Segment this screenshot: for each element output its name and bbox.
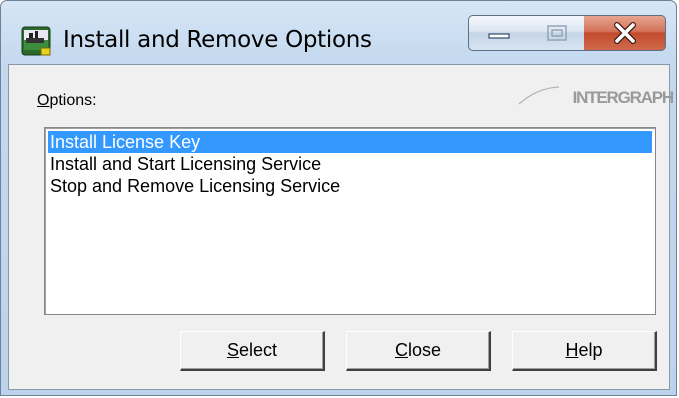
options-label: Options: (37, 92, 97, 110)
options-label-text: ptions: (49, 92, 97, 109)
app-icon (21, 26, 51, 56)
maximize-button[interactable] (529, 15, 585, 51)
close-button-accel: C (394, 340, 408, 360)
maximize-icon (546, 25, 567, 41)
minimize-icon (488, 33, 510, 39)
close-button[interactable]: Close (346, 331, 491, 371)
options-listbox[interactable]: Install License Key Install and Start Li… (44, 127, 656, 315)
minimize-button[interactable] (468, 15, 530, 51)
select-button-accel: S (226, 340, 239, 360)
list-item-install-license-key[interactable]: Install License Key (48, 131, 652, 153)
logo-text: INTERGRAPH (573, 88, 674, 107)
list-item-stop-remove-service[interactable]: Stop and Remove Licensing Service (48, 175, 652, 197)
help-button-label: elp (578, 340, 603, 360)
list-item-install-start-service[interactable]: Install and Start Licensing Service (48, 153, 652, 175)
title-bar[interactable]: Install and Remove Options (1, 1, 676, 63)
intergraph-logo: INTERGRAPH (518, 86, 675, 107)
close-window-button[interactable] (584, 15, 666, 51)
window-title: Install and Remove Options (63, 27, 372, 53)
help-button-accel: H (565, 340, 579, 360)
close-button-label: lose (407, 340, 442, 360)
help-button[interactable]: Help (512, 331, 657, 371)
select-button-label: elect (238, 340, 278, 360)
close-icon (613, 22, 636, 44)
select-button[interactable]: Select (180, 331, 325, 371)
options-label-accel: O (37, 92, 50, 109)
